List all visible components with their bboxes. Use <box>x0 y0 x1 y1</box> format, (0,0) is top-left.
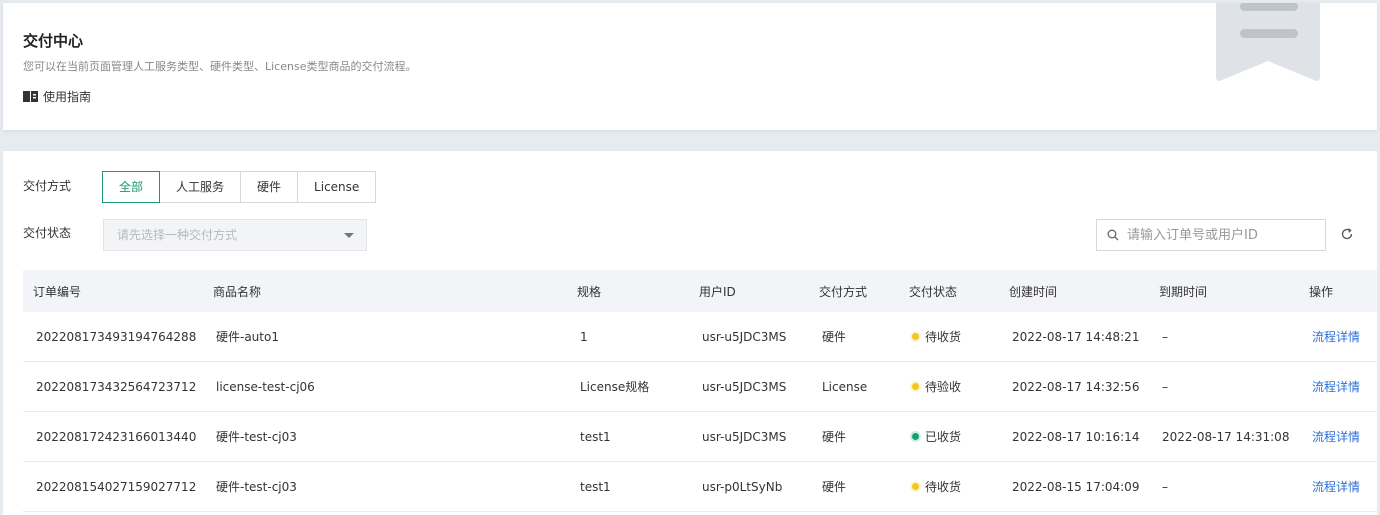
guide-label: 使用指南 <box>43 90 92 104</box>
user-id: usr-u5JDC3MS <box>702 429 787 444</box>
orders-table: 订单编号 商品名称 规格 用户ID 交付方式 交付状态 创建时间 到期时间 操作… <box>23 270 1377 512</box>
user-id: usr-u5JDC3MS <box>702 379 787 394</box>
flow-detail-link[interactable]: 流程详情 <box>1299 328 1377 345</box>
status-filter-label: 交付状态 <box>23 226 72 240</box>
page-title: 交付中心 <box>23 32 84 50</box>
created-time: 2022-08-17 14:48:21 <box>1012 329 1140 344</box>
status-dot-icon <box>912 433 919 440</box>
column-header: 交付方式 <box>819 284 868 299</box>
delivery-status: 已收货 <box>899 428 999 445</box>
search-input[interactable] <box>1127 220 1317 250</box>
order-id: 202208173432564723712 <box>36 379 197 394</box>
table-header: 订单编号 商品名称 规格 用户ID 交付方式 交付状态 创建时间 到期时间 操作 <box>23 270 1377 312</box>
table-row: 202208173493194764288 硬件-auto1 1 usr-u5J… <box>23 312 1377 362</box>
user-id: usr-u5JDC3MS <box>702 329 787 344</box>
method-option-license[interactable]: License <box>297 171 377 203</box>
status-dot-icon <box>912 333 919 340</box>
order-id: 202208173493194764288 <box>36 329 197 344</box>
spec: 1 <box>580 329 588 344</box>
status-text: 待验收 <box>925 380 962 394</box>
order-id: 202208154027159027712 <box>36 479 197 494</box>
search-icon <box>1107 229 1119 241</box>
chevron-down-icon <box>344 233 354 238</box>
column-header: 规格 <box>577 284 602 299</box>
column-header: 到期时间 <box>1159 284 1208 299</box>
search-box <box>1096 219 1326 251</box>
refresh-icon[interactable] <box>1340 227 1354 241</box>
table-row: 202208154027159027712 硬件-test-cj03 test1… <box>23 462 1377 512</box>
method-option-manual-service[interactable]: 人工服务 <box>159 171 242 203</box>
status-dot-icon <box>912 383 919 390</box>
book-icon <box>23 91 38 102</box>
bookmark-illustration-icon <box>1216 3 1320 81</box>
main-card: 交付方式 全部 人工服务 硬件 License 交付状态 请先选择一种交付方式 … <box>3 151 1377 515</box>
flow-detail-link[interactable]: 流程详情 <box>1299 378 1377 395</box>
expire-time: – <box>1162 379 1168 394</box>
spec: License规格 <box>580 380 650 394</box>
expire-time: – <box>1162 329 1168 344</box>
flow-detail-link[interactable]: 流程详情 <box>1299 428 1377 445</box>
table-row: 202208173432564723712 license-test-cj06 … <box>23 362 1377 412</box>
delivery-method: 硬件 <box>822 430 847 444</box>
product-name: 硬件-auto1 <box>216 330 279 344</box>
method-segmented-control: 全部 人工服务 硬件 License <box>102 171 377 203</box>
method-filter-label: 交付方式 <box>23 179 72 193</box>
spec: test1 <box>580 479 611 494</box>
delivery-status: 待验收 <box>899 378 999 395</box>
status-select[interactable]: 请先选择一种交付方式 <box>103 219 367 251</box>
status-text: 待收货 <box>925 480 962 494</box>
created-time: 2022-08-15 17:04:09 <box>1012 479 1140 494</box>
product-name: license-test-cj06 <box>216 379 315 394</box>
method-option-hardware[interactable]: 硬件 <box>240 171 299 203</box>
user-id: usr-p0LtSyNb <box>702 479 783 494</box>
created-time: 2022-08-17 10:16:14 <box>1012 429 1140 444</box>
column-header: 用户ID <box>699 284 736 299</box>
delivery-status: 待收货 <box>899 328 999 345</box>
product-name: 硬件-test-cj03 <box>216 480 297 494</box>
status-select-placeholder: 请先选择一种交付方式 <box>117 228 238 242</box>
flow-detail-link[interactable]: 流程详情 <box>1299 478 1377 495</box>
delivery-status: 待收货 <box>899 478 999 495</box>
column-header: 创建时间 <box>1009 284 1058 299</box>
page-description: 您可以在当前页面管理人工服务类型、硬件类型、License类型商品的交付流程。 <box>23 60 417 73</box>
delivery-method: 硬件 <box>822 480 847 494</box>
column-header: 订单编号 <box>33 284 82 299</box>
method-option-all[interactable]: 全部 <box>102 171 161 203</box>
status-dot-icon <box>912 483 919 490</box>
status-text: 已收货 <box>925 430 962 444</box>
guide-link[interactable]: 使用指南 <box>23 88 91 105</box>
spec: test1 <box>580 429 611 444</box>
created-time: 2022-08-17 14:32:56 <box>1012 379 1140 394</box>
table-row: 202208172423166013440 硬件-test-cj03 test1… <box>23 412 1377 462</box>
column-header: 商品名称 <box>213 284 262 299</box>
column-header: 操作 <box>1309 284 1334 299</box>
order-id: 202208172423166013440 <box>36 429 197 444</box>
header-card: 交付中心 您可以在当前页面管理人工服务类型、硬件类型、License类型商品的交… <box>3 3 1377 130</box>
expire-time: – <box>1162 479 1168 494</box>
expire-time: 2022-08-17 14:31:08 <box>1162 429 1290 444</box>
delivery-method: 硬件 <box>822 330 847 344</box>
column-header: 交付状态 <box>909 284 958 299</box>
status-text: 待收货 <box>925 330 962 344</box>
product-name: 硬件-test-cj03 <box>216 430 297 444</box>
delivery-method: License <box>822 379 868 394</box>
